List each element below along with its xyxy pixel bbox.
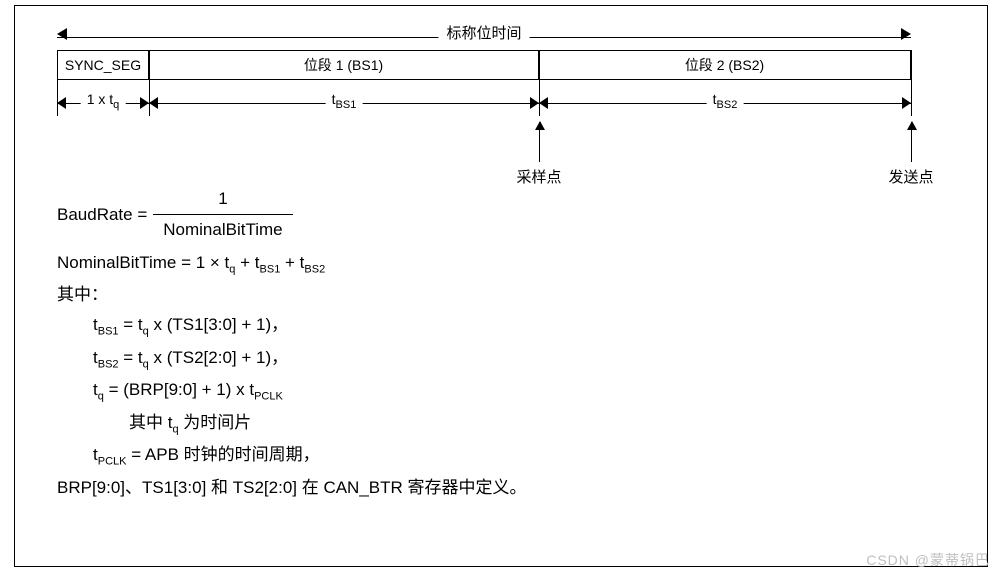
formula-tpclk: tPCLK = APB 时钟的时间周期， xyxy=(57,442,527,470)
segment-bs1: 位段 1 (BS1) xyxy=(149,50,539,80)
formula-footer: BRP[9:0]、TS1[3:0] 和 TS2[2:0] 在 CAN_BTR 寄… xyxy=(57,475,527,501)
formula-tbs2: tBS2 = tq x (TS2[2:0] + 1)， xyxy=(57,345,527,373)
formula-baudrate: BaudRate = 1 NominalBitTime xyxy=(57,186,527,244)
segment-bs2: 位段 2 (BS2) xyxy=(539,50,911,80)
range-tbs1: tBS1 xyxy=(149,94,539,112)
baudrate-lhs: BaudRate = xyxy=(57,202,147,228)
formula-tbs1: tBS1 = tq x (TS1[3:0] + 1)， xyxy=(57,312,527,340)
fraction-numerator: 1 xyxy=(208,186,237,214)
label-tbs2: tBS2 xyxy=(707,91,744,111)
range-tbs2: tBS2 xyxy=(539,94,911,112)
formula-nominal: NominalBitTime = 1 × tq + tBS1 + tBS2 xyxy=(57,250,527,278)
tick-bs2-end xyxy=(911,50,912,116)
formula-tq: tq = (BRP[9:0] + 1) x tPCLK xyxy=(57,377,527,405)
bit-segments-row: SYNC_SEG 位段 1 (BS1) 位段 2 (BS2) xyxy=(57,50,911,80)
send-point-label: 发送点 xyxy=(888,166,933,187)
formula-tq-note: 其中 tq 为时间片 xyxy=(57,410,527,438)
where-label: 其中： xyxy=(57,282,527,308)
sample-point-arrow xyxy=(539,122,540,162)
label-tbs1: tBS1 xyxy=(326,91,363,111)
send-point-arrow xyxy=(911,122,912,162)
formula-block: BaudRate = 1 NominalBitTime NominalBitTi… xyxy=(57,186,527,505)
watermark: CSDN @蒙蒂锅巴 xyxy=(866,550,990,570)
baudrate-fraction: 1 NominalBitTime xyxy=(153,186,292,244)
range-tq: 1 x tq xyxy=(57,94,149,112)
segment-sync: SYNC_SEG xyxy=(57,50,149,80)
sample-point-label: 采样点 xyxy=(516,166,561,187)
label-tq: 1 x tq xyxy=(81,91,126,111)
fraction-denominator: NominalBitTime xyxy=(153,215,292,243)
nominal-bit-time-range: 标称位时间 xyxy=(57,28,911,46)
nominal-bit-time-label: 标称位时间 xyxy=(438,22,529,43)
